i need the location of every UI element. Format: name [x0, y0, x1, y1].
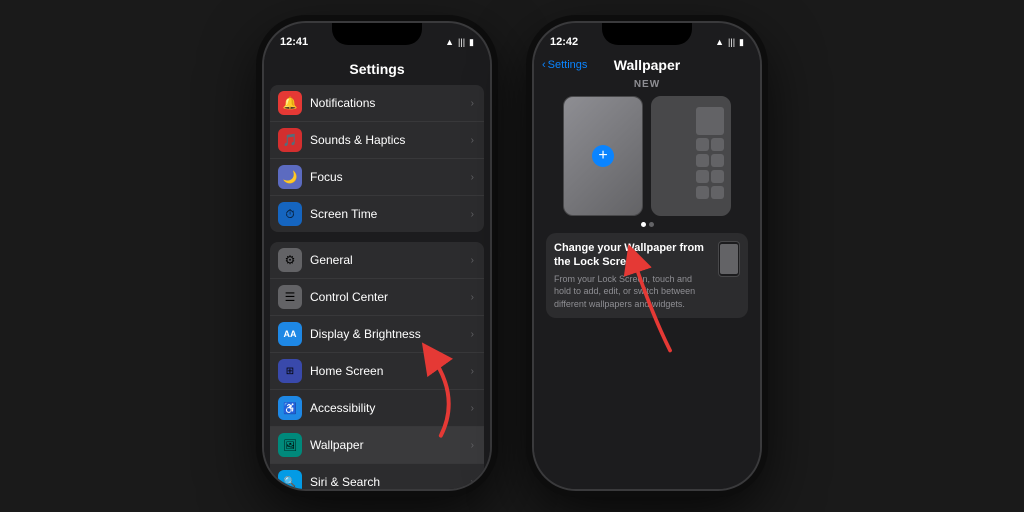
phone-mini-screen — [720, 244, 738, 274]
widget-row-4 — [696, 170, 724, 183]
status-time: 12:41 — [280, 36, 308, 48]
control-center-icon: ☰ — [278, 285, 302, 309]
home-screen-icon: ⊞ — [278, 359, 302, 383]
widget-block — [711, 154, 724, 167]
home-screen-label: Home Screen — [310, 364, 471, 378]
wallpaper-screen: ‹ Settings Wallpaper NEW + — [534, 55, 760, 489]
notch — [332, 23, 422, 45]
widget-block — [696, 170, 709, 183]
widget-block — [696, 186, 709, 199]
back-chevron-icon: ‹ — [542, 59, 546, 71]
wallpaper-page-title: Wallpaper — [614, 57, 680, 73]
settings-item-siri[interactable]: 🔍 Siri & Search › — [270, 464, 484, 489]
status-time: 12:42 — [550, 36, 578, 48]
settings-item-accessibility[interactable]: ♿ Accessibility › — [270, 390, 484, 427]
page-indicator — [546, 222, 748, 227]
signal-icon: ||| — [728, 37, 735, 47]
widget-block — [711, 138, 724, 151]
notch — [602, 23, 692, 45]
notifications-icon: 🔔 — [278, 91, 302, 115]
settings-item-control-center[interactable]: ☰ Control Center › — [270, 279, 484, 316]
power-button[interactable] — [760, 113, 762, 153]
new-label: NEW — [546, 79, 748, 90]
settings-item-general[interactable]: ⚙ General › — [270, 242, 484, 279]
wifi-icon: ▲ — [445, 37, 454, 47]
wallpaper-icon: 🖼 — [278, 433, 302, 457]
focus-icon: 🌙 — [278, 165, 302, 189]
settings-item-wallpaper[interactable]: 🖼 Wallpaper › — [270, 427, 484, 464]
focus-label: Focus — [310, 170, 471, 184]
wallpaper-description: Change your Wallpaper from the Lock Scre… — [546, 233, 748, 318]
chevron-icon: › — [471, 98, 474, 109]
chevron-icon: › — [471, 172, 474, 183]
desc-body: From your Lock Screen, touch and hold to… — [554, 273, 710, 311]
wallpaper-nav: ‹ Settings Wallpaper — [534, 55, 760, 75]
chevron-icon: › — [471, 292, 474, 303]
phone-settings: 12:41 ▲ ||| ▮ Settings 🔔 Notifications ›… — [262, 21, 492, 491]
widget-row-2 — [696, 138, 724, 151]
power-button[interactable] — [490, 113, 492, 153]
settings-item-screen-time[interactable]: ⏱ Screen Time › — [270, 196, 484, 232]
status-icons: ▲ ||| ▮ — [715, 37, 744, 48]
control-center-label: Control Center — [310, 290, 471, 304]
desc-title: Change your Wallpaper from the Lock Scre… — [554, 241, 710, 270]
dot-inactive — [649, 222, 654, 227]
phone-mini-illustration — [718, 241, 740, 277]
general-label: General — [310, 253, 471, 267]
description-text: Change your Wallpaper from the Lock Scre… — [554, 241, 710, 310]
widget-row-3 — [696, 154, 724, 167]
chevron-icon: › — [471, 135, 474, 146]
settings-screen: Settings 🔔 Notifications › 🎵 Sounds & Ha… — [264, 55, 490, 489]
chevron-icon: › — [471, 255, 474, 266]
dot-active — [641, 222, 646, 227]
widget-block — [696, 138, 709, 151]
settings-item-display[interactable]: AA Display & Brightness › — [270, 316, 484, 353]
siri-label: Siri & Search — [310, 475, 471, 489]
back-button[interactable]: ‹ Settings — [542, 59, 587, 71]
display-label: Display & Brightness — [310, 327, 471, 341]
chevron-icon: › — [471, 209, 474, 220]
settings-title: Settings — [270, 55, 484, 85]
wallpaper-label: Wallpaper — [310, 438, 471, 452]
screen-time-icon: ⏱ — [278, 202, 302, 226]
phone-wallpaper: 12:42 ▲ ||| ▮ ‹ Settings Wallpaper NEW + — [532, 21, 762, 491]
notifications-label: Notifications — [310, 96, 471, 110]
sounds-icon: 🎵 — [278, 128, 302, 152]
general-icon: ⚙ — [278, 248, 302, 272]
settings-item-notifications[interactable]: 🔔 Notifications › — [270, 85, 484, 122]
wifi-icon: ▲ — [715, 37, 724, 47]
wallpaper-content: NEW + — [534, 75, 760, 322]
chevron-icon: › — [471, 366, 474, 377]
lock-screen-preview[interactable]: + — [563, 96, 643, 216]
widget-row-5 — [696, 186, 724, 199]
status-icons: ▲ ||| ▮ — [445, 37, 474, 48]
widget-row-1 — [696, 107, 724, 135]
settings-section-2: ⚙ General › ☰ Control Center › AA Displa… — [270, 242, 484, 489]
widget-block — [696, 107, 724, 135]
add-wallpaper-button[interactable]: + — [592, 145, 614, 167]
screen-time-label: Screen Time — [310, 207, 471, 221]
signal-icon: ||| — [458, 37, 465, 47]
battery-icon: ▮ — [469, 37, 474, 48]
chevron-icon: › — [471, 329, 474, 340]
chevron-icon: › — [471, 403, 474, 414]
display-icon: AA — [278, 322, 302, 346]
settings-item-focus[interactable]: 🌙 Focus › — [270, 159, 484, 196]
widget-block — [711, 170, 724, 183]
battery-icon: ▮ — [739, 37, 744, 48]
settings-section-1: 🔔 Notifications › 🎵 Sounds & Haptics › 🌙… — [270, 85, 484, 232]
accessibility-icon: ♿ — [278, 396, 302, 420]
chevron-icon: › — [471, 477, 474, 488]
wallpaper-previews: + — [546, 96, 748, 216]
siri-icon: 🔍 — [278, 470, 302, 489]
settings-item-sounds[interactable]: 🎵 Sounds & Haptics › — [270, 122, 484, 159]
settings-item-home-screen[interactable]: ⊞ Home Screen › — [270, 353, 484, 390]
accessibility-label: Accessibility — [310, 401, 471, 415]
widget-block — [711, 186, 724, 199]
sounds-label: Sounds & Haptics — [310, 133, 471, 147]
back-label: Settings — [548, 59, 588, 71]
home-screen-preview[interactable] — [651, 96, 731, 216]
chevron-icon: › — [471, 440, 474, 451]
widget-block — [696, 154, 709, 167]
